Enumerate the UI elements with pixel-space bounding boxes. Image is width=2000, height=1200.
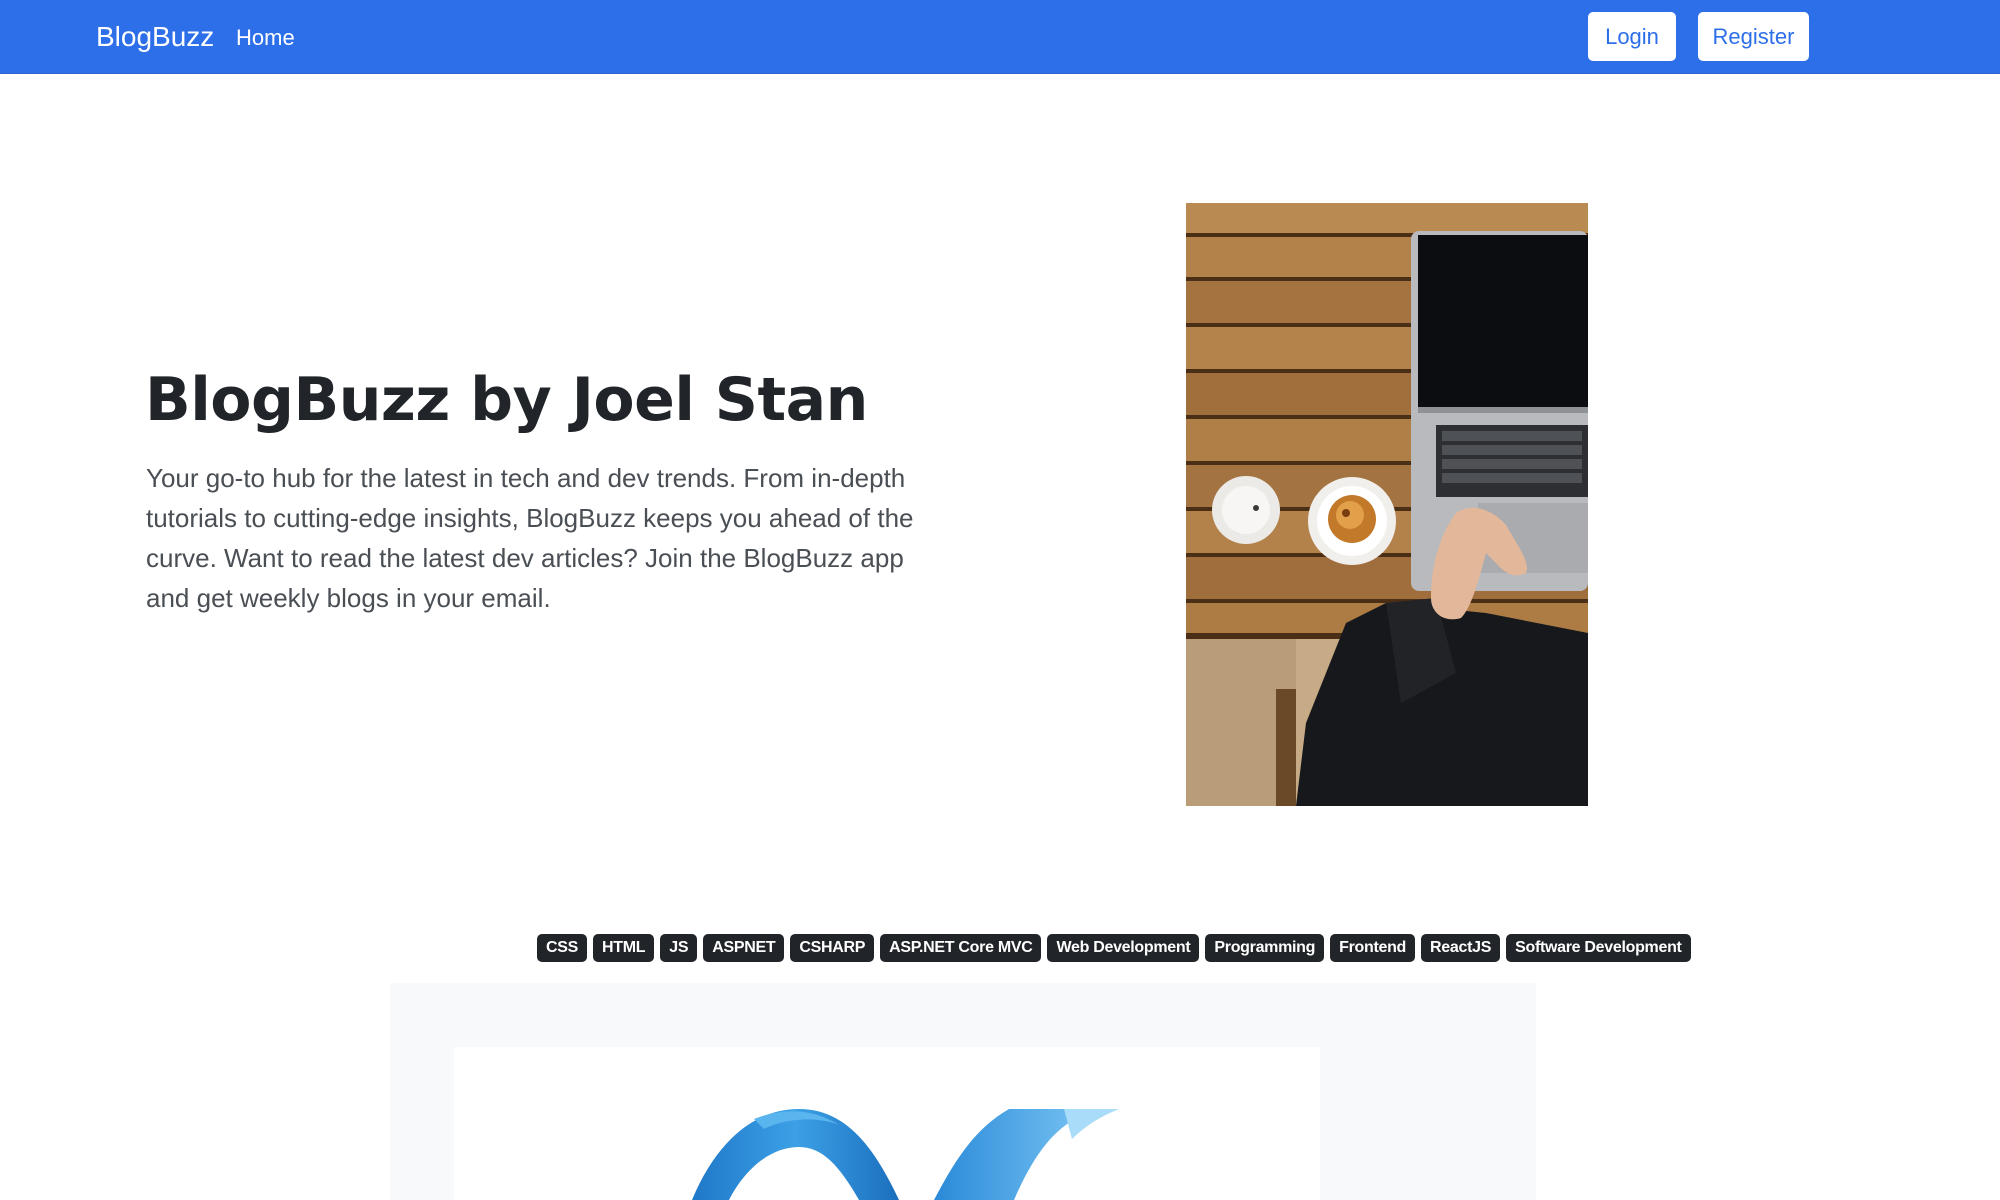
tag-aspnet-core-mvc[interactable]: ASP.NET Core MVC bbox=[880, 934, 1042, 962]
post-card[interactable] bbox=[454, 1047, 1320, 1200]
posts-section bbox=[390, 983, 1536, 1200]
register-button[interactable]: Register bbox=[1698, 12, 1809, 61]
hero-image bbox=[1186, 203, 1588, 806]
tag-js[interactable]: JS bbox=[660, 934, 698, 962]
tag-css[interactable]: CSS bbox=[537, 934, 587, 962]
hero-lead: Your go-to hub for the latest in tech an… bbox=[146, 463, 914, 613]
tag-aspnet[interactable]: ASPNET bbox=[703, 934, 785, 962]
tag-frontend[interactable]: Frontend bbox=[1330, 934, 1416, 962]
tag-list: CSS HTML JS ASPNET CSHARP ASP.NET Core M… bbox=[537, 934, 1691, 962]
tag-html[interactable]: HTML bbox=[593, 934, 655, 962]
brand-link[interactable]: BlogBuzz bbox=[96, 20, 214, 54]
login-button[interactable]: Login bbox=[1588, 12, 1676, 61]
nav-link-home[interactable]: Home bbox=[236, 24, 295, 52]
hero-photo-illustration bbox=[1186, 203, 1588, 806]
tag-web-development[interactable]: Web Development bbox=[1047, 934, 1200, 962]
tag-reactjs[interactable]: ReactJS bbox=[1421, 934, 1501, 962]
post-thumbnail-dotnet-logo bbox=[692, 1109, 1119, 1200]
tag-programming[interactable]: Programming bbox=[1205, 934, 1325, 962]
tag-csharp[interactable]: CSHARP bbox=[790, 934, 875, 962]
tag-software-development[interactable]: Software Development bbox=[1506, 934, 1691, 962]
navbar: BlogBuzz Home Login Register bbox=[0, 0, 2000, 74]
hero-title: BlogBuzz by Joel Stan bbox=[145, 365, 868, 435]
